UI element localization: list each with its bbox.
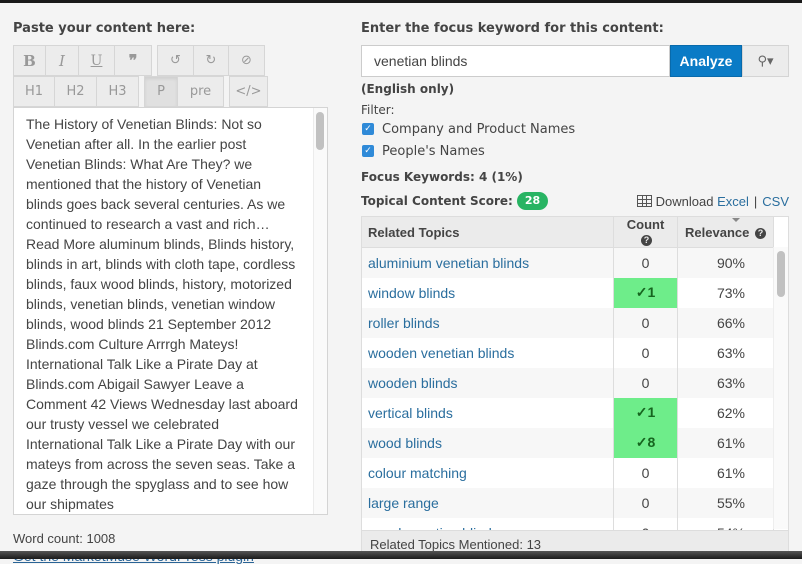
filter-company-label: Company and Product Names	[382, 121, 576, 137]
blockquote-button[interactable]: ❞	[114, 45, 152, 76]
download-label: Download	[655, 193, 714, 209]
clear-format-button[interactable]: ⊘	[228, 45, 265, 76]
topic-relevance: 55%	[677, 487, 774, 518]
focus-keyword-input[interactable]	[361, 45, 670, 77]
topic-relevance: 90%	[677, 247, 774, 278]
key-icon: ⚲▾	[757, 53, 774, 69]
topic-link[interactable]: aluminium venetian blinds	[362, 247, 615, 278]
topic-link[interactable]: large range	[362, 487, 615, 518]
window-top-edge	[0, 0, 802, 3]
topic-count: 0	[613, 487, 679, 518]
topic-link[interactable]: vertical blinds	[362, 397, 615, 428]
topic-count: ✓1	[613, 277, 679, 308]
table-scrollbar-thumb[interactable]	[777, 251, 785, 297]
undo-button[interactable]: ↺	[157, 45, 194, 76]
bold-button[interactable]: B	[13, 45, 46, 76]
content-label: Paste your content here:	[13, 21, 196, 36]
score-label: Topical Content Score:	[361, 194, 513, 208]
header-count[interactable]: Count ?	[613, 217, 679, 248]
topic-relevance: 63%	[677, 367, 774, 398]
topic-relevance: 61%	[677, 427, 774, 458]
filter-people-names[interactable]: ✓ People's Names	[361, 140, 789, 162]
content-panel: Paste your content here: B I U ❞ ↺ ↻ ⊘ H…	[13, 20, 328, 546]
table-icon	[636, 195, 652, 207]
italic-button[interactable]: I	[45, 45, 79, 76]
editor-scrollbar-track[interactable]	[313, 108, 327, 514]
topic-link[interactable]: colour matching	[362, 457, 615, 488]
content-editor[interactable]: The History of Venetian Blinds: Not so V…	[13, 107, 328, 515]
download-excel-link[interactable]: Excel	[717, 194, 749, 209]
help-icon[interactable]: ?	[641, 235, 653, 246]
topic-count: ✓8	[613, 427, 679, 458]
keyword-options-dropdown[interactable]: ⚲▾	[742, 45, 789, 77]
table-row: roller blinds 0 66%	[362, 307, 774, 338]
english-only-note: (English only)	[361, 82, 455, 96]
topic-count: ✓1	[613, 397, 679, 428]
editor-scrollbar-thumb[interactable]	[316, 112, 324, 150]
paragraph-button[interactable]: P	[144, 76, 178, 107]
score-badge: 28	[516, 192, 549, 210]
focus-keywords-stat: Focus Keywords: 4 (1%)	[361, 170, 523, 184]
underline-button[interactable]: U	[78, 45, 115, 76]
download-csv-link[interactable]: CSV	[762, 194, 789, 209]
help-icon[interactable]: ?	[754, 227, 766, 239]
table-row: colour matching 0 61%	[362, 457, 774, 488]
h1-button[interactable]: H1	[13, 76, 55, 107]
checkbox-checked-icon[interactable]: ✓	[362, 123, 374, 135]
editor-toolbar: B I U ❞ ↺ ↻ ⊘ H1 H2 H3 P pre </>	[13, 45, 328, 107]
table-row: large range 0 55%	[362, 487, 774, 518]
table-row: window blinds ✓1 73%	[362, 277, 774, 308]
topic-relevance: 66%	[677, 307, 774, 338]
word-count: Word count: 1008	[13, 531, 116, 546]
h3-button[interactable]: H3	[96, 76, 139, 107]
table-row: vertical blinds ✓1 62%	[362, 397, 774, 428]
filter-company-names[interactable]: ✓ Company and Product Names	[361, 118, 789, 140]
analysis-panel: Enter the focus keyword for this content…	[361, 20, 789, 559]
topic-count: 0	[613, 247, 679, 278]
redo-button[interactable]: ↻	[193, 45, 229, 76]
filter-people-label: People's Names	[382, 143, 485, 159]
topic-link[interactable]: wooden venetian blinds	[362, 337, 615, 368]
code-view-button[interactable]: </>	[229, 76, 268, 107]
topic-relevance: 63%	[677, 337, 774, 368]
header-related-topics[interactable]: Related Topics	[362, 217, 615, 248]
pre-button[interactable]: pre	[177, 76, 224, 107]
header-relevance[interactable]: Relevance ?	[677, 217, 774, 248]
topic-count: 0	[613, 367, 679, 398]
table-row: wood blinds ✓8 61%	[362, 427, 774, 458]
table-row: wooden blinds 0 63%	[362, 367, 774, 398]
topic-count: 0	[613, 307, 679, 338]
checkbox-checked-icon[interactable]: ✓	[362, 145, 374, 157]
table-row: aluminium venetian blinds 0 90%	[362, 247, 774, 278]
topic-link[interactable]: wood blinds	[362, 427, 615, 458]
topic-relevance: 73%	[677, 277, 774, 308]
related-topics-table: Related Topics Count ? Relevance ? alumi…	[361, 216, 789, 559]
filter-label: Filter:	[361, 103, 395, 117]
content-text[interactable]: The History of Venetian Blinds: Not so V…	[14, 108, 327, 514]
topic-relevance: 61%	[677, 457, 774, 488]
keyword-label: Enter the focus keyword for this content…	[361, 21, 664, 36]
topic-count: 0	[613, 457, 679, 488]
separator: |	[753, 193, 758, 209]
download-links: Download Excel | CSV	[636, 193, 789, 209]
h2-button[interactable]: H2	[54, 76, 97, 107]
window-bottom-edge	[0, 551, 802, 559]
topic-link[interactable]: wooden blinds	[362, 367, 615, 398]
topic-link[interactable]: roller blinds	[362, 307, 615, 338]
topic-count: 0	[613, 337, 679, 368]
table-row: wooden venetian blinds 0 63%	[362, 337, 774, 368]
topic-relevance: 62%	[677, 397, 774, 428]
analyze-button[interactable]: Analyze	[670, 45, 742, 77]
topic-link[interactable]: window blinds	[362, 277, 615, 308]
sort-desc-icon	[731, 218, 740, 222]
